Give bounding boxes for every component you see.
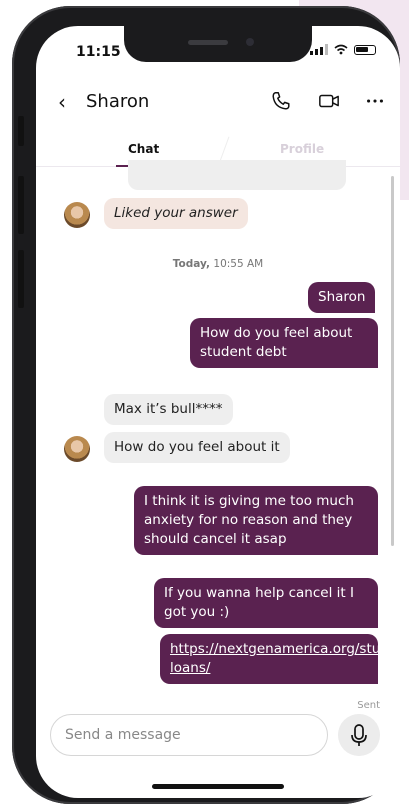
wifi-icon — [334, 44, 348, 55]
chat-header: ‹ Sharon — [36, 82, 400, 122]
video-camera-icon[interactable] — [318, 90, 340, 112]
volume-up-button — [18, 176, 24, 234]
speaker — [188, 40, 228, 45]
incoming-message: Max it’s bull**** — [104, 394, 233, 425]
avatar — [64, 202, 90, 228]
battery-icon — [354, 44, 376, 55]
student-loans-link[interactable]: https://nextgenamerica.org/student-loans… — [170, 641, 400, 676]
contact-name: Sharon — [86, 91, 150, 112]
message-thread: Liked your answer Today, 10:55 AM Sharon… — [36, 160, 400, 711]
message-input[interactable] — [50, 714, 328, 756]
sent-status: Sent — [357, 700, 380, 711]
more-options-icon[interactable] — [364, 90, 386, 112]
phone-frame: 11:15 ‹ Sharon Chat Profile Liked your a… — [12, 6, 400, 804]
message-composer — [36, 714, 400, 764]
outgoing-message: If you wanna help cancel it I got you :) — [154, 578, 378, 628]
message-timestamp: Today, 10:55 AM — [172, 258, 264, 270]
avatar — [64, 436, 90, 462]
outgoing-message: Sharon — [308, 282, 376, 313]
liked-reaction-bubble: Liked your answer — [104, 198, 248, 229]
previous-message-bubble — [128, 160, 346, 190]
phone-icon[interactable] — [270, 90, 292, 112]
status-time: 11:15 — [76, 44, 121, 60]
microphone-icon[interactable] — [338, 714, 380, 756]
outgoing-link-message: https://nextgenamerica.org/student-loans… — [160, 634, 400, 684]
thread-scrollbar[interactable] — [391, 176, 394, 546]
home-indicator[interactable] — [152, 784, 284, 789]
notch — [124, 26, 312, 62]
tab-separator — [219, 136, 230, 162]
back-chevron-icon[interactable]: ‹ — [58, 90, 66, 114]
outgoing-message: I think it is giving me too much anxiety… — [134, 486, 378, 555]
mute-switch — [18, 116, 24, 146]
tab-profile[interactable]: Profile — [280, 142, 324, 156]
tab-chat[interactable]: Chat — [128, 142, 159, 156]
signal-icon — [310, 44, 328, 55]
incoming-message: How do you feel about it — [104, 432, 290, 463]
volume-down-button — [18, 250, 24, 308]
phone-screen: 11:15 ‹ Sharon Chat Profile Liked your a… — [36, 26, 400, 798]
outgoing-message: How do you feel about student debt — [190, 318, 378, 368]
status-icons — [310, 44, 376, 55]
front-camera — [246, 38, 254, 46]
